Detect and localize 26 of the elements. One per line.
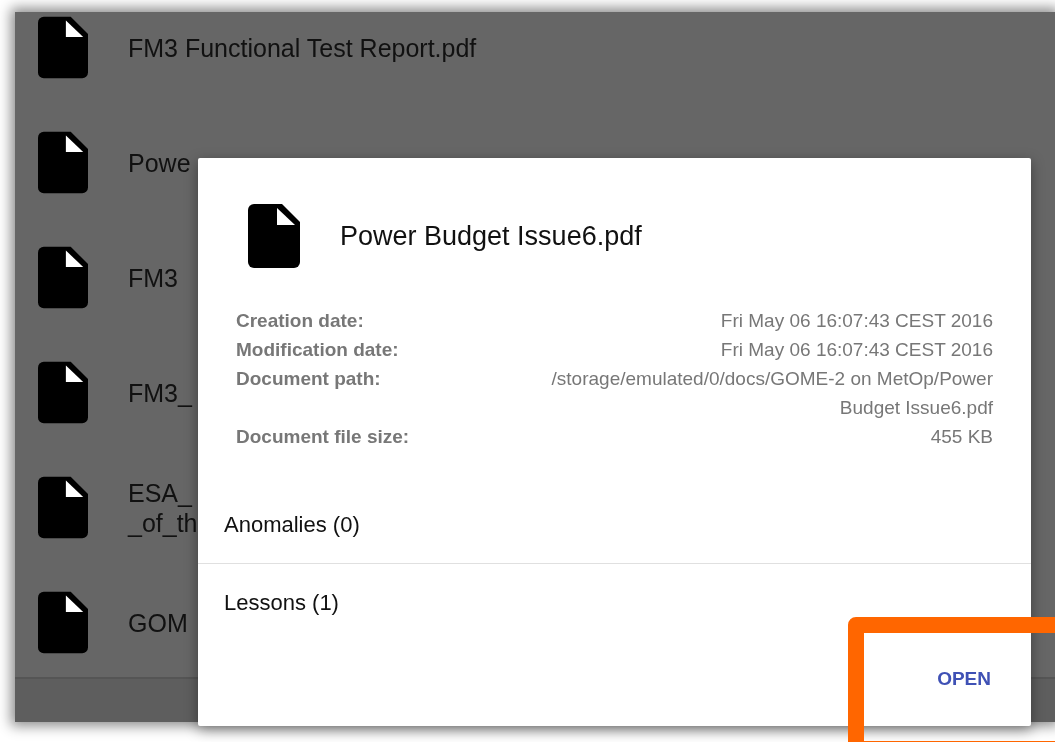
open-button[interactable]: OPEN <box>927 660 1001 698</box>
detail-value: Fri May 06 16:07:43 CEST 2016 <box>720 309 993 333</box>
detail-label: Modification date: <box>236 338 400 362</box>
file-name: FM3 Functional Test Report.pdf <box>128 32 477 63</box>
file-icon <box>38 361 88 424</box>
detail-label: Creation date: <box>236 309 365 333</box>
file-icon <box>38 591 88 654</box>
file-name: FM3_ <box>128 377 192 408</box>
section-item[interactable]: Lessons (1) <box>224 589 339 616</box>
detail-value: 455 KB <box>930 425 993 449</box>
file-icon <box>38 476 88 539</box>
file-name: GOM <box>128 607 188 638</box>
detail-label: Document path: <box>236 367 382 391</box>
detail-label: Document file size: <box>236 425 410 449</box>
file-icon <box>248 204 300 268</box>
file-icon <box>38 131 88 194</box>
file-name: Powe <box>128 147 191 178</box>
file-icon <box>38 16 88 79</box>
file-name: ESA_ <box>128 477 192 508</box>
file-name: _of_th <box>128 507 198 538</box>
file-icon <box>38 246 88 309</box>
detail-value: Fri May 06 16:07:43 CEST 2016 <box>720 338 993 362</box>
dialog-title: Power Budget Issue6.pdf <box>340 220 642 252</box>
detail-value: /storage/emulated/0/docs/GOME-2 on MetOp/Power Budget Issue6.pdf <box>550 367 993 420</box>
section-item[interactable]: Anomalies (0) <box>224 511 360 538</box>
file-name: FM3 <box>128 262 178 293</box>
